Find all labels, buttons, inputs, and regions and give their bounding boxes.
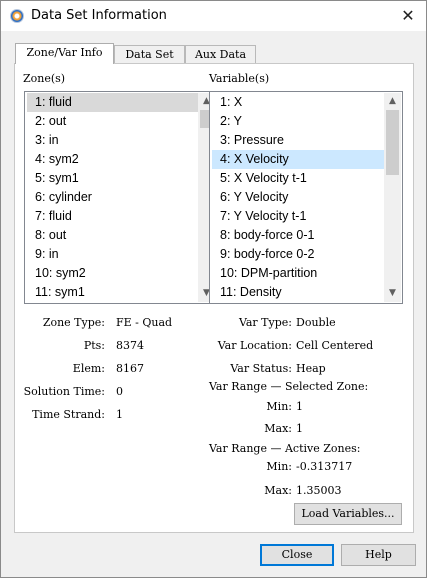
variable-list-item[interactable]: 8: body-force 0-1: [212, 226, 384, 245]
data-set-information-dialog: Data Set Information ✕ Zone/Var Info Dat…: [0, 0, 427, 578]
variable-list-item[interactable]: 5: X Velocity t-1: [212, 169, 384, 188]
help-button[interactable]: Help: [341, 544, 416, 566]
variable-list-item[interactable]: 7: Y Velocity t-1: [212, 207, 384, 226]
zone-type-value: FE - Quad: [116, 316, 173, 329]
close-button[interactable]: Close: [260, 544, 334, 566]
zone-list-item[interactable]: 11: sym1: [27, 283, 198, 302]
var-range-selected-heading: Var Range — Selected Zone:: [209, 380, 369, 393]
load-variables-button[interactable]: Load Variables...: [294, 503, 402, 525]
zone-list-item[interactable]: 4: sym2: [27, 150, 198, 169]
var-location-label: Var Location:: [217, 339, 292, 352]
selected-max-label: Max:: [264, 422, 292, 435]
active-max-value: 1.35003: [296, 484, 342, 497]
tab-zone-var-info[interactable]: Zone/Var Info: [15, 43, 114, 64]
zone-list-item[interactable]: 6: cylinder: [27, 188, 198, 207]
zone-list-item[interactable]: 5: sym1: [27, 169, 198, 188]
title-bar: Data Set Information ✕: [1, 1, 426, 31]
pts-label: Pts:: [83, 339, 105, 352]
elem-label: Elem:: [72, 362, 105, 375]
solution-time-value: 0: [116, 385, 123, 398]
var-range-active-heading: Var Range — Active Zones:: [209, 442, 361, 455]
selected-max-value: 1: [296, 422, 303, 435]
variable-list-item[interactable]: 3: Pressure: [212, 131, 384, 150]
variable-list-item[interactable]: 9: body-force 0-2: [212, 245, 384, 264]
zones-label: Zone(s): [23, 72, 66, 85]
zone-var-info-panel: Zone(s) 11: sym1 10: sym2 9: in 8: out 7: fl…: [14, 63, 414, 533]
zone-list-item[interactable]: 7: fluid: [27, 207, 198, 226]
scroll-up-icon[interactable]: ▲: [384, 93, 401, 110]
selected-min-value: 1: [296, 400, 303, 413]
scroll-down-icon[interactable]: ▼: [384, 285, 401, 302]
zone-list-item[interactable]: 3: in: [27, 131, 198, 150]
tab-aux-data[interactable]: Aux Data: [185, 45, 256, 63]
tab-data-set[interactable]: Data Set: [114, 45, 185, 63]
zone-list-item[interactable]: 9: in: [27, 245, 198, 264]
time-strand-label: Time Strand:: [32, 408, 105, 421]
active-min-value: -0.313717: [296, 460, 353, 473]
variables-label: Variable(s): [209, 72, 270, 85]
time-strand-value: 1: [116, 408, 123, 421]
variables-listbox[interactable]: 11: Density 10: DPM-partition 9: body-forc…: [209, 91, 403, 304]
solution-time-label: Solution Time:: [23, 385, 105, 398]
active-min-label: Min:: [266, 460, 292, 473]
zone-list-item[interactable]: 1: fluid: [27, 93, 198, 112]
var-status-value: Heap: [296, 362, 326, 375]
variables-scroll-thumb[interactable]: [386, 110, 399, 175]
variable-list-item[interactable]: 10: DPM-partition: [212, 264, 384, 283]
var-location-value: Cell Centered: [296, 339, 374, 352]
variable-list-item[interactable]: 1: X: [212, 93, 384, 112]
var-type-value: Double: [296, 316, 336, 329]
zone-list-item[interactable]: 10: sym2: [27, 264, 198, 283]
elem-value: 8167: [116, 362, 144, 375]
app-icon: [10, 9, 24, 23]
variable-list-item[interactable]: 6: Y Velocity: [212, 188, 384, 207]
selected-min-label: Min:: [266, 400, 292, 413]
zone-type-label: Zone Type:: [42, 316, 105, 329]
variable-list-item[interactable]: 11: Density: [212, 283, 384, 302]
close-icon[interactable]: ✕: [396, 4, 420, 28]
zone-list-item[interactable]: 2: out: [27, 112, 198, 131]
zones-listbox[interactable]: 11: sym1 10: sym2 9: in 8: out 7: fluid 6: cy…: [24, 91, 217, 304]
pts-value: 8374: [116, 339, 144, 352]
var-status-label: Var Status:: [230, 362, 292, 375]
window-title: Data Set Information: [31, 8, 167, 23]
zone-list-item[interactable]: 8: out: [27, 226, 198, 245]
variables-scrollbar[interactable]: ▲ ▼: [384, 93, 401, 302]
variable-list-item[interactable]: 4: X Velocity: [212, 150, 384, 169]
var-type-label: Var Type:: [238, 316, 292, 329]
variable-list-item[interactable]: 2: Y: [212, 112, 384, 131]
active-max-label: Max:: [264, 484, 292, 497]
